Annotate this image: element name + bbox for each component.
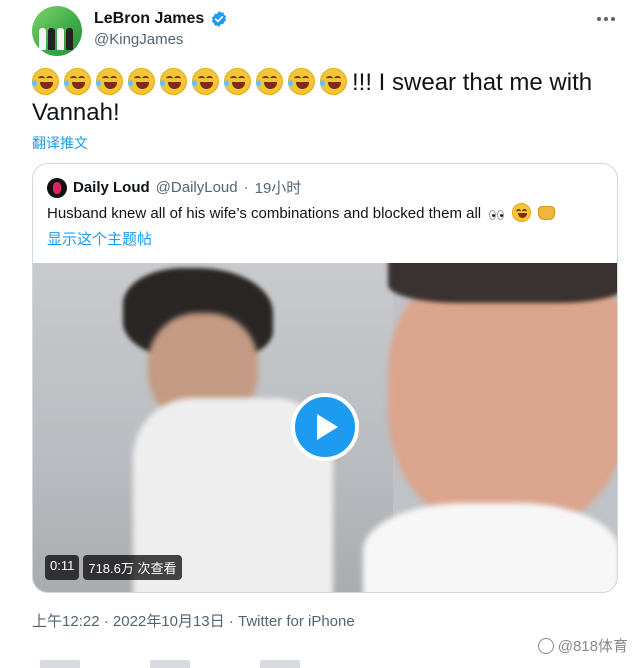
quoted-tweet-time: 19小时 — [254, 180, 302, 197]
dot-separator: · — [224, 613, 238, 630]
dot-separator: · — [243, 179, 249, 196]
dot-separator: · — [99, 613, 113, 630]
watermark: @818体育 — [537, 635, 628, 656]
engagement-item — [40, 660, 80, 668]
quoted-tweet-header: Daily Loud @DailyLoud · 19小时 — [47, 177, 301, 198]
quoted-tweet-text: Husband knew all of his wife’s combinati… — [47, 203, 555, 224]
engagement-row — [40, 660, 340, 668]
quoted-tweet-body: Husband knew all of his wife’s combinati… — [47, 205, 482, 222]
rofl-emoji-icon — [64, 68, 91, 95]
video-person-right — [363, 503, 617, 592]
video-player[interactable]: 0:11 718.6万 次查看 — [33, 263, 617, 592]
tweet-source: Twitter for iPhone — [237, 613, 355, 630]
engagement-item — [260, 660, 300, 668]
video-person-right — [388, 263, 617, 303]
avatar-figure — [66, 28, 73, 50]
rofl-emoji-icon — [256, 68, 283, 95]
translate-tweet-link[interactable]: 翻译推文 — [32, 133, 88, 153]
quoted-tweet[interactable]: Daily Loud @DailyLoud · 19小时 Husband kne… — [32, 163, 618, 593]
quoted-author-name: Daily Loud — [73, 179, 150, 196]
author-name[interactable]: LeBron James — [94, 10, 204, 28]
rofl-emoji-icon — [320, 68, 347, 95]
rofl-emoji-icon — [192, 68, 219, 95]
author-handle[interactable]: @KingJames — [94, 31, 183, 48]
rofl-emoji-icon — [288, 68, 315, 95]
tweet-text: !!! I swear that me with Vannah! — [32, 68, 622, 128]
quoted-author-avatar — [47, 177, 67, 198]
avatar-figure — [57, 28, 64, 50]
watermark-text: @818体育 — [557, 638, 628, 655]
tweet-text-line2: Vannah! — [32, 99, 120, 126]
more-options-icon[interactable] — [594, 10, 618, 28]
video-person-right — [388, 263, 617, 533]
avatar-figure — [39, 28, 46, 50]
rofl-emoji-icon — [128, 68, 155, 95]
engagement-item — [150, 660, 190, 668]
tweet-header: LeBron James @KingJames — [32, 6, 622, 58]
verified-badge-icon — [212, 11, 227, 27]
emoji-row — [32, 68, 352, 96]
rofl-emoji-icon — [224, 68, 251, 95]
tweet-date[interactable]: 2022年10月13日 — [113, 613, 225, 630]
show-thread-link[interactable]: 显示这个主题帖 — [47, 228, 152, 249]
quoted-author-handle: @DailyLoud — [155, 179, 238, 196]
author-avatar[interactable] — [32, 6, 82, 56]
rofl-emoji-icon — [160, 68, 187, 95]
author-name-row: LeBron James — [94, 10, 228, 28]
tweet-text-line1: !!! I swear that me with — [352, 69, 593, 96]
video-view-count: 718.6万 次查看 — [83, 555, 182, 580]
video-duration: 0:11 — [45, 555, 80, 580]
rofl-emoji-icon — [32, 68, 59, 95]
rofl-emoji-icon — [96, 68, 123, 95]
video-badges: 0:11 718.6万 次查看 — [45, 555, 182, 580]
eyes-emoji-icon — [489, 207, 505, 224]
rofl-emoji-icon — [512, 203, 532, 222]
tweet-metadata: 上午12:22 · 2022年10月13日 · Twitter for iPho… — [32, 610, 355, 631]
watermark-icon — [537, 637, 554, 654]
play-icon[interactable] — [291, 393, 359, 461]
tweet-time[interactable]: 上午12:22 — [32, 613, 100, 630]
avatar-figure — [48, 28, 55, 50]
fist-emoji-icon — [537, 206, 555, 220]
